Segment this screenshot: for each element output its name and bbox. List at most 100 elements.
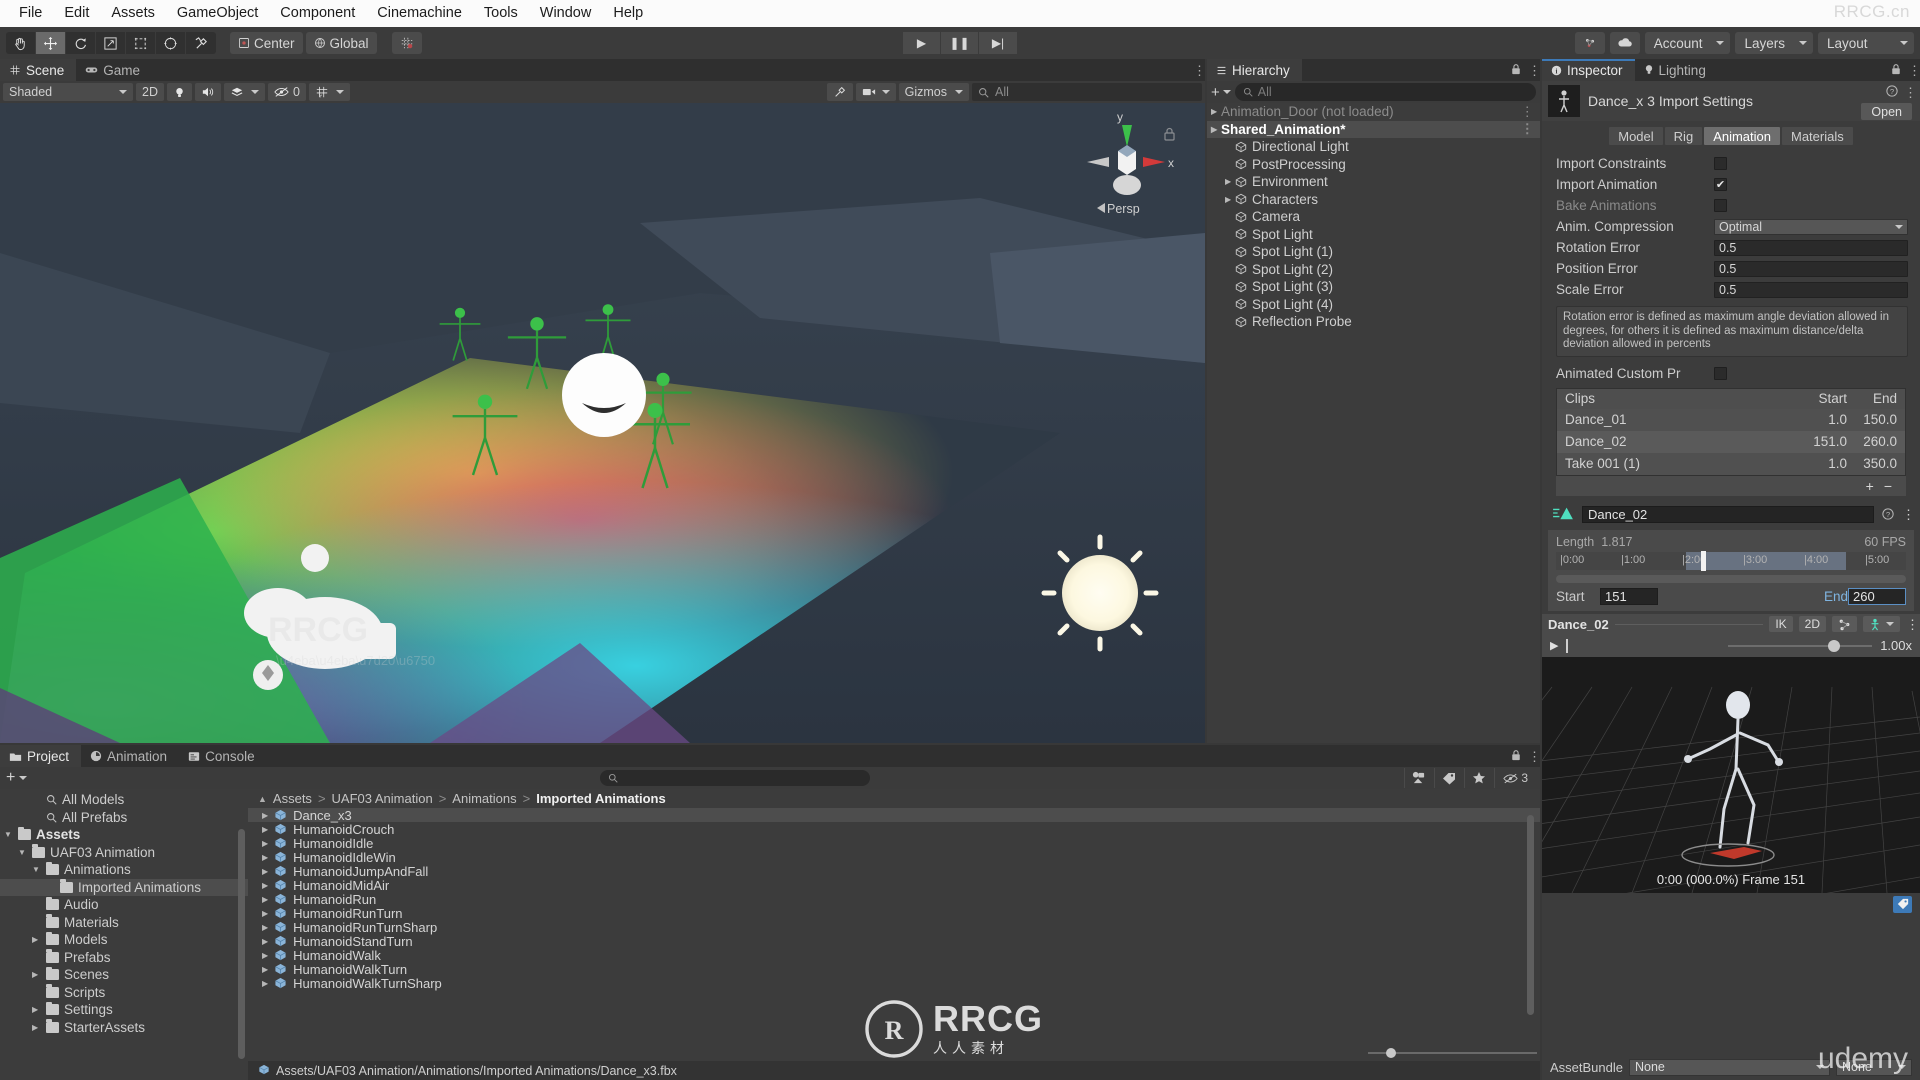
tree-row[interactable]: Imported Animations bbox=[0, 878, 248, 896]
rotate-tool-icon[interactable] bbox=[66, 32, 96, 54]
add-object-button[interactable]: + bbox=[1211, 84, 1231, 101]
expand-arrow-icon[interactable]: ▶ bbox=[32, 1023, 41, 1032]
move-tool-icon[interactable] bbox=[36, 32, 66, 54]
animated-custom-properties-checkbox[interactable] bbox=[1714, 366, 1727, 380]
preview-kebab-icon[interactable]: ⋮ bbox=[1906, 618, 1919, 631]
scene-search-input[interactable]: All bbox=[972, 83, 1202, 101]
help-icon[interactable]: ? bbox=[1886, 85, 1898, 100]
tab-game[interactable]: Game bbox=[76, 59, 153, 81]
tree-row[interactable]: ▼ UAF03 Animation bbox=[0, 844, 248, 862]
asset-row[interactable]: ▶ HumanoidMidAir bbox=[248, 878, 1540, 893]
pivot-mode-button[interactable]: Center bbox=[230, 32, 303, 54]
expand-arrow-icon[interactable]: ▶ bbox=[262, 951, 268, 960]
hierarchy-item[interactable]: Spot Light (2) bbox=[1207, 261, 1540, 279]
scene-camera-dropdown[interactable] bbox=[855, 83, 896, 101]
tree-scrollbar[interactable] bbox=[238, 829, 245, 1059]
asset-row[interactable]: ▶ HumanoidWalkTurnSharp bbox=[248, 976, 1540, 991]
hand-tool-icon[interactable] bbox=[6, 32, 36, 54]
play-button[interactable]: ▶ bbox=[903, 32, 941, 54]
import-tab-rig[interactable]: Rig bbox=[1664, 127, 1703, 145]
scene-audio-icon[interactable] bbox=[194, 83, 221, 101]
remove-clip-button[interactable]: − bbox=[1884, 478, 1892, 494]
project-kebab-icon[interactable]: ⋮ bbox=[1528, 750, 1541, 763]
hierarchy-item-kebab-icon[interactable]: ⋮ bbox=[1521, 104, 1535, 120]
filter-by-label-icon[interactable] bbox=[1434, 768, 1462, 788]
account-dropdown[interactable]: Account bbox=[1644, 32, 1731, 54]
expand-arrow-icon[interactable]: ▶ bbox=[1211, 107, 1219, 116]
property-checkbox[interactable] bbox=[1714, 199, 1727, 212]
start-frame-input[interactable]: 151 bbox=[1600, 587, 1658, 605]
property-input[interactable]: 0.5 bbox=[1714, 260, 1908, 277]
menu-item-tools[interactable]: Tools bbox=[473, 0, 529, 27]
asset-row[interactable]: ▶ HumanoidIdle bbox=[248, 836, 1540, 851]
expand-arrow-icon[interactable]: ▶ bbox=[262, 881, 268, 890]
tree-row[interactable]: Prefabs bbox=[0, 949, 248, 967]
scale-tool-icon[interactable] bbox=[96, 32, 126, 54]
clip-row[interactable]: Dance_02 151.0 260.0 bbox=[1557, 430, 1905, 453]
expand-arrow-icon[interactable]: ▶ bbox=[32, 935, 41, 944]
tree-row[interactable]: Materials bbox=[0, 914, 248, 932]
clip-timeline-ruler[interactable]: |0:00 |1:00 |2:00 |3:00 |4:00 |5:00 bbox=[1556, 550, 1906, 571]
layout-dropdown[interactable]: Layout bbox=[1818, 32, 1914, 54]
hierarchy-item[interactable]: Spot Light (3) bbox=[1207, 278, 1540, 296]
scene-visibility-toggle[interactable]: 0 bbox=[267, 83, 306, 101]
tree-row[interactable]: ▶ Models bbox=[0, 931, 248, 949]
open-button[interactable]: Open bbox=[1861, 103, 1912, 120]
asset-list-scrollbar[interactable] bbox=[1527, 815, 1534, 1015]
expand-arrow-icon[interactable]: ▶ bbox=[1211, 125, 1219, 134]
menu-item-edit[interactable]: Edit bbox=[53, 0, 100, 27]
expand-arrow-icon[interactable]: ▶ bbox=[262, 853, 268, 862]
breadcrumb-item[interactable]: UAF03 Animation bbox=[332, 791, 433, 806]
hierarchy-item[interactable]: PostProcessing bbox=[1207, 156, 1540, 174]
expand-arrow-icon[interactable]: ▶ bbox=[32, 1005, 41, 1014]
import-tab-materials[interactable]: Materials bbox=[1782, 127, 1853, 145]
clip-kebab-icon[interactable]: ⋮ bbox=[1902, 508, 1915, 521]
clip-row[interactable]: Dance_01 1.0 150.0 bbox=[1557, 408, 1905, 431]
hierarchy-item[interactable]: ▶ Animation_Door (not loaded) ⋮ bbox=[1207, 103, 1540, 121]
project-search-input[interactable] bbox=[600, 770, 870, 786]
expand-arrow-icon[interactable]: ▶ bbox=[262, 825, 268, 834]
scene-viewport[interactable]: RRCG \u4eba\u4eba\u7d20\u6750 y x Persp bbox=[0, 103, 1205, 743]
custom-tool-icon[interactable] bbox=[186, 32, 216, 54]
hierarchy-kebab-icon[interactable]: ⋮ bbox=[1528, 64, 1541, 77]
layers-dropdown[interactable]: Layers bbox=[1735, 32, 1813, 54]
hierarchy-item-kebab-icon[interactable]: ⋮ bbox=[1521, 121, 1535, 137]
expand-arrow-icon[interactable]: ▶ bbox=[262, 867, 268, 876]
expand-arrow-icon[interactable]: ▶ bbox=[262, 811, 268, 820]
expand-arrow-icon[interactable]: ▼ bbox=[18, 848, 27, 857]
menu-item-help[interactable]: Help bbox=[602, 0, 654, 27]
scene-tools-icon[interactable] bbox=[826, 83, 853, 101]
asset-row[interactable]: ▶ Dance_x3 bbox=[248, 808, 1540, 823]
tab-console[interactable]: Console bbox=[179, 745, 267, 767]
lock-icon[interactable] bbox=[1891, 62, 1901, 78]
hierarchy-item[interactable]: ▶ Characters bbox=[1207, 191, 1540, 209]
asset-row[interactable]: ▶ HumanoidJumpAndFall bbox=[248, 864, 1540, 879]
property-input[interactable]: 0.5 bbox=[1714, 281, 1908, 298]
tree-row[interactable]: All Prefabs bbox=[0, 809, 248, 827]
start-playhead-marker[interactable] bbox=[1701, 550, 1706, 571]
import-tab-animation[interactable]: Animation bbox=[1704, 127, 1780, 145]
scene-grid-dropdown[interactable]: Y bbox=[308, 83, 350, 101]
expand-arrow-icon[interactable]: ▼ bbox=[4, 830, 13, 839]
expand-arrow-icon[interactable]: ▶ bbox=[1225, 177, 1233, 186]
property-input[interactable]: 0.5 bbox=[1714, 239, 1908, 256]
favorites-star-icon[interactable] bbox=[1464, 768, 1492, 788]
scene-fx-dropdown[interactable] bbox=[223, 83, 265, 101]
asset-row[interactable]: ▶ HumanoidCrouch bbox=[248, 822, 1540, 837]
hierarchy-item[interactable]: Spot Light (4) bbox=[1207, 296, 1540, 314]
hidden-packages-toggle[interactable]: 3 bbox=[1494, 768, 1536, 788]
asset-row[interactable]: ▶ HumanoidWalk bbox=[248, 948, 1540, 963]
pivot-preview-icon[interactable] bbox=[1832, 616, 1857, 632]
ik-toggle-button[interactable]: IK bbox=[1769, 616, 1793, 632]
rect-tool-icon[interactable] bbox=[126, 32, 156, 54]
2d-toggle-button[interactable]: 2D bbox=[136, 83, 164, 101]
expand-arrow-icon[interactable]: ▶ bbox=[262, 909, 268, 918]
menu-item-file[interactable]: File bbox=[8, 0, 53, 27]
menu-item-gameobject[interactable]: GameObject bbox=[166, 0, 269, 27]
help-icon[interactable]: ? bbox=[1882, 507, 1894, 523]
breadcrumb-collapse-icon[interactable]: ▲ bbox=[258, 794, 267, 804]
import-tab-model[interactable]: Model bbox=[1609, 127, 1663, 145]
expand-arrow-icon[interactable]: ▶ bbox=[262, 965, 268, 974]
draw-mode-dropdown[interactable]: Shaded bbox=[3, 83, 133, 101]
expand-arrow-icon[interactable]: ▶ bbox=[262, 839, 268, 848]
